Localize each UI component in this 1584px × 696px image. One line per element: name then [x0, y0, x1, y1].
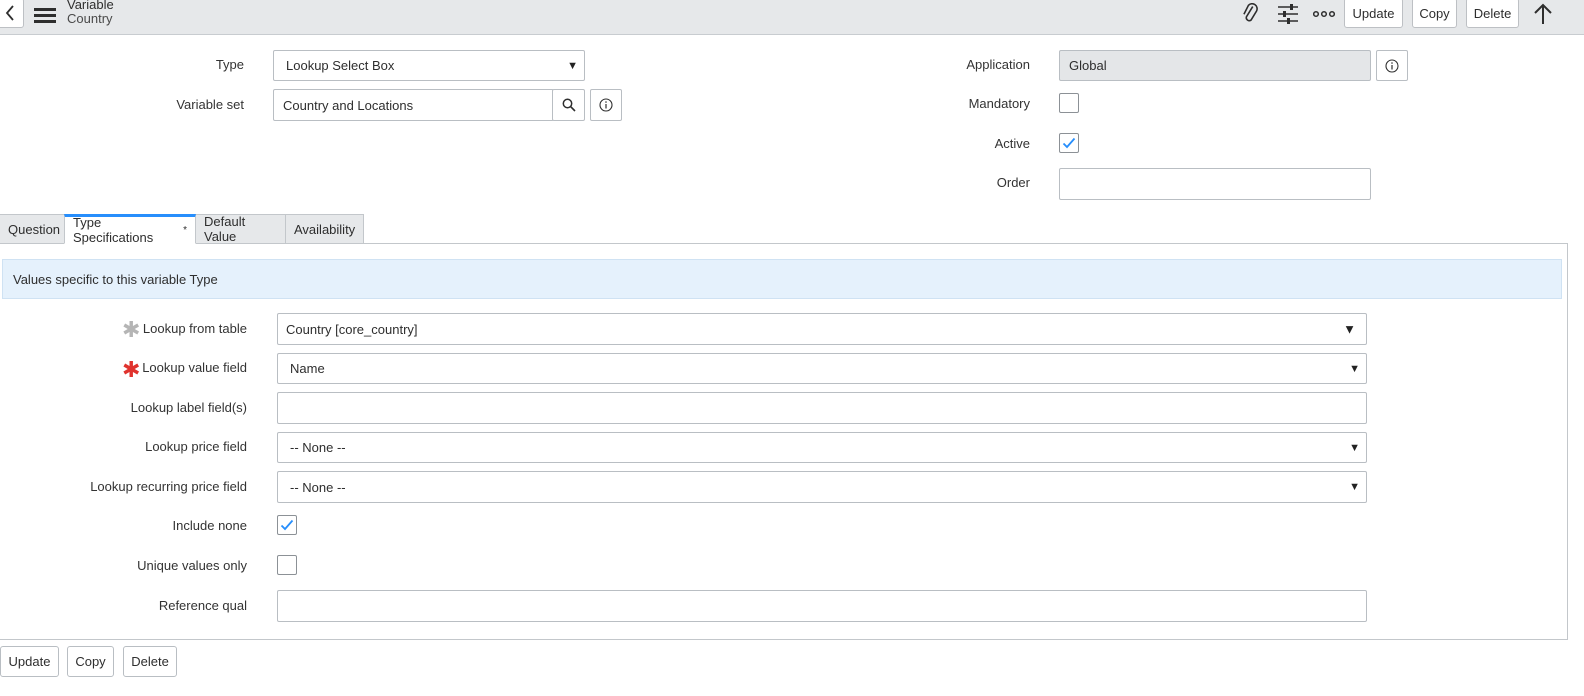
lookup-from-table-select[interactable]: Country [core_country] ▼ [277, 313, 1367, 345]
mandatory-label: Mandatory [968, 96, 1030, 111]
form-header: Variable Country Update Copy Delete [0, 0, 1584, 35]
type-select[interactable]: Lookup Select Box ▼ [273, 50, 585, 81]
variable-set-value: Country and Locations [283, 97, 414, 113]
info-icon [599, 98, 613, 112]
checkmark-icon [280, 519, 294, 531]
variable-set-info-button[interactable] [590, 89, 622, 121]
footer-update-button[interactable]: Update [0, 646, 59, 677]
dropdown-caret-icon: ▼ [567, 59, 578, 72]
header-update-button[interactable]: Update [1344, 0, 1403, 28]
active-checkbox[interactable] [1059, 133, 1079, 153]
tab-default-value[interactable]: Default Value [195, 214, 286, 244]
search-icon [562, 98, 576, 112]
tab-label: Type Specifications [73, 215, 154, 245]
lookup-value-field-label: Lookup value field [142, 360, 247, 375]
type-label: Type [215, 57, 244, 72]
dropdown-caret-icon: ▼ [1349, 441, 1360, 454]
mandatory-checkbox[interactable] [1059, 93, 1079, 113]
application-label: Application [966, 57, 1030, 72]
tab-label: Default Value [204, 214, 246, 244]
unique-values-only-checkbox[interactable] [277, 555, 297, 575]
tab-availability[interactable]: Availability [285, 214, 364, 244]
variable-set-label: Variable set [176, 97, 244, 112]
arrow-up-icon[interactable] [1532, 0, 1554, 27]
form-subtitle: Country [67, 11, 113, 26]
header-delete-button[interactable]: Delete [1466, 0, 1519, 28]
tab-label: Question [8, 221, 61, 237]
application-info-button[interactable] [1376, 50, 1408, 81]
include-none-label: Include none [172, 518, 247, 533]
hamburger-menu-icon[interactable] [34, 1, 56, 28]
lookup-price-field-select[interactable]: -- None -- ▼ [277, 432, 1367, 463]
tab-label: Availability [294, 221, 356, 237]
lookup-search-button[interactable] [552, 89, 585, 121]
info-icon [1385, 58, 1399, 73]
lookup-label-fields-input[interactable] [277, 392, 1367, 424]
back-button[interactable] [0, 0, 24, 28]
modified-marker: * [183, 224, 187, 236]
dropdown-caret-icon: ▼ [1349, 362, 1360, 375]
tab-question[interactable]: Question [0, 214, 65, 244]
reference-qual-input[interactable] [277, 590, 1367, 622]
personalize-settings-icon[interactable] [1276, 0, 1300, 27]
lookup-from-table-value: Country [core_country] [286, 321, 418, 337]
application-value: Global [1069, 58, 1107, 73]
order-input[interactable] [1059, 168, 1371, 200]
header-copy-button[interactable]: Copy [1412, 0, 1457, 28]
dropdown-caret-icon: ▼ [1343, 321, 1356, 337]
order-label: Order [996, 175, 1030, 190]
more-options-icon[interactable] [1312, 0, 1336, 27]
paperclip-icon[interactable] [1239, 0, 1263, 27]
lookup-price-field-label: Lookup price field [145, 439, 247, 454]
type-value: Lookup Select Box [286, 58, 395, 73]
lookup-recurring-price-field-label: Lookup recurring price field [90, 479, 247, 494]
lookup-label-fields-label: Lookup label field(s) [130, 400, 247, 415]
chevron-left-icon [5, 5, 14, 21]
lookup-value-field-value: Name [290, 361, 325, 376]
lookup-value-field-select[interactable]: Name ▼ [277, 353, 1367, 384]
variable-set-input[interactable]: Country and Locations [273, 89, 554, 121]
checkmark-icon [1062, 137, 1076, 149]
footer-copy-button[interactable]: Copy [67, 646, 114, 677]
info-banner: Values specific to this variable Type [2, 259, 1562, 299]
include-none-checkbox[interactable] [277, 515, 297, 535]
lookup-recurring-price-field-value: -- None -- [290, 479, 346, 495]
lookup-recurring-price-field-select[interactable]: -- None -- ▼ [277, 471, 1367, 503]
reference-qual-label: Reference qual [158, 598, 247, 613]
lookup-price-field-value: -- None -- [290, 440, 346, 455]
unique-values-only-label: Unique values only [137, 558, 247, 573]
lookup-from-table-label: Lookup from table [142, 321, 247, 336]
tab-type-specifications[interactable]: Type Specifications * [64, 214, 196, 245]
footer-delete-button[interactable]: Delete [123, 646, 177, 677]
dropdown-caret-icon: ▼ [1349, 481, 1360, 493]
active-label: Active [994, 136, 1030, 151]
application-field: Global [1059, 50, 1371, 81]
